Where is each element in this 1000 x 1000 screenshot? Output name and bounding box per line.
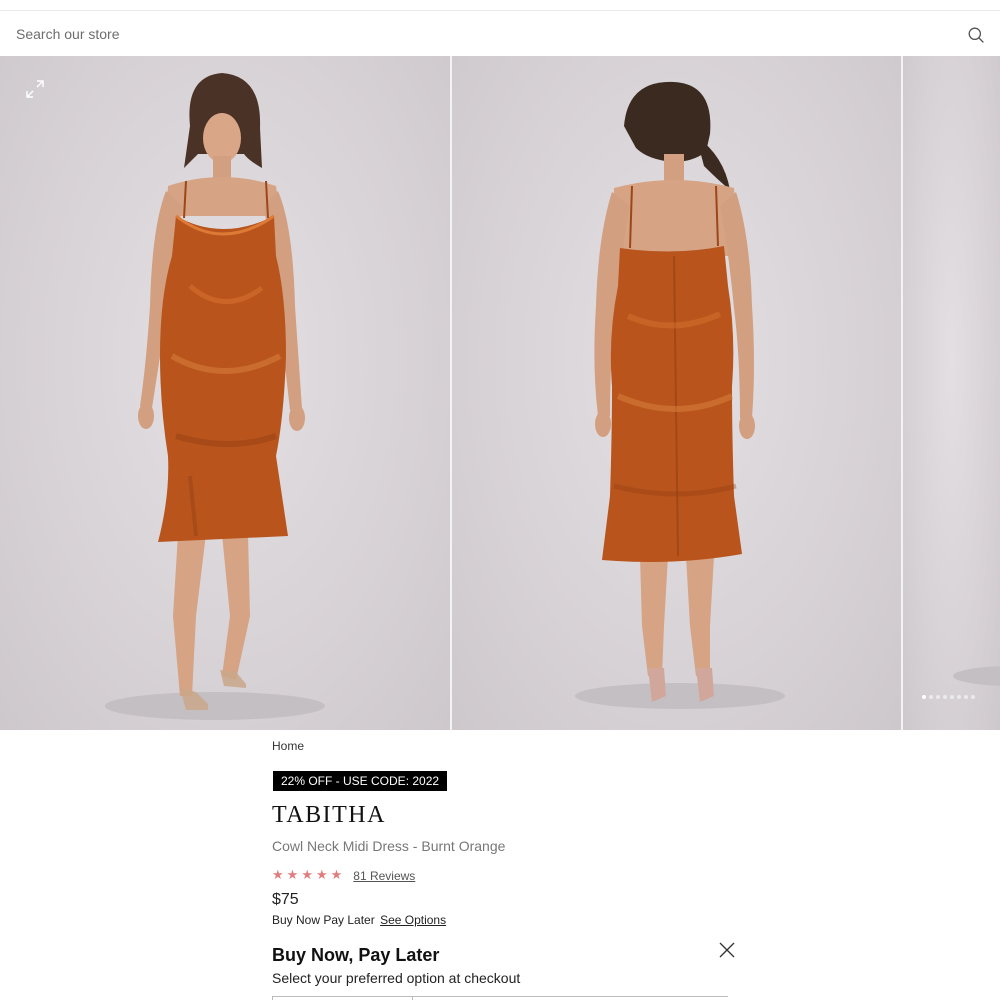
model-front-figure: [105, 73, 325, 720]
top-border: [0, 0, 1000, 11]
product-image-front[interactable]: [0, 56, 450, 730]
carousel-dots: [922, 695, 975, 699]
promo-badge: 22% OFF - USE CODE: 2022: [273, 771, 448, 791]
product-image-back[interactable]: [452, 56, 901, 730]
star-icon: ★: [330, 868, 343, 883]
reviews-link[interactable]: 81 Reviews: [353, 869, 415, 883]
bnpl-line: Buy Now Pay Later See Options: [272, 913, 446, 927]
payment-options[interactable]: [272, 996, 728, 1000]
breadcrumb-home[interactable]: Home: [272, 739, 304, 753]
expand-icon[interactable]: [24, 78, 46, 100]
carousel-dot[interactable]: [922, 695, 926, 699]
bnpl-panel-title: Buy Now, Pay Later: [272, 945, 440, 965]
search-bar: [0, 11, 1000, 56]
bnpl-panel-subtitle: Select your preferred option at checkout: [272, 970, 521, 986]
product-name: Cowl Neck Midi Dress - Burnt Orange: [272, 838, 506, 854]
product-gallery[interactable]: [0, 56, 1000, 730]
star-icon: ★: [301, 868, 313, 883]
product-brand: TABITHA: [272, 802, 386, 828]
search-input[interactable]: [16, 21, 946, 47]
see-options-link[interactable]: See Options: [380, 913, 446, 927]
star-icon: ★: [272, 868, 284, 883]
carousel-dot[interactable]: [936, 695, 940, 699]
star-icon: ★: [286, 868, 299, 883]
carousel-dot[interactable]: [943, 695, 947, 699]
close-icon[interactable]: [718, 941, 736, 959]
bnpl-text: Buy Now Pay Later: [272, 913, 375, 927]
carousel-dot[interactable]: [964, 695, 968, 699]
search-icon[interactable]: [967, 26, 985, 44]
carousel-dot[interactable]: [971, 695, 975, 699]
next-slide-preview: [953, 666, 1000, 686]
carousel-dot[interactable]: [957, 695, 961, 699]
product-price: $75: [272, 891, 299, 908]
product-image-next[interactable]: [903, 56, 1000, 730]
star-icon: ★: [315, 868, 328, 883]
carousel-dot[interactable]: [929, 695, 933, 699]
carousel-dot[interactable]: [950, 695, 954, 699]
model-back-figure: [575, 81, 785, 709]
product-rating: ★ ★ ★ ★ ★ 81 Reviews: [272, 868, 415, 884]
